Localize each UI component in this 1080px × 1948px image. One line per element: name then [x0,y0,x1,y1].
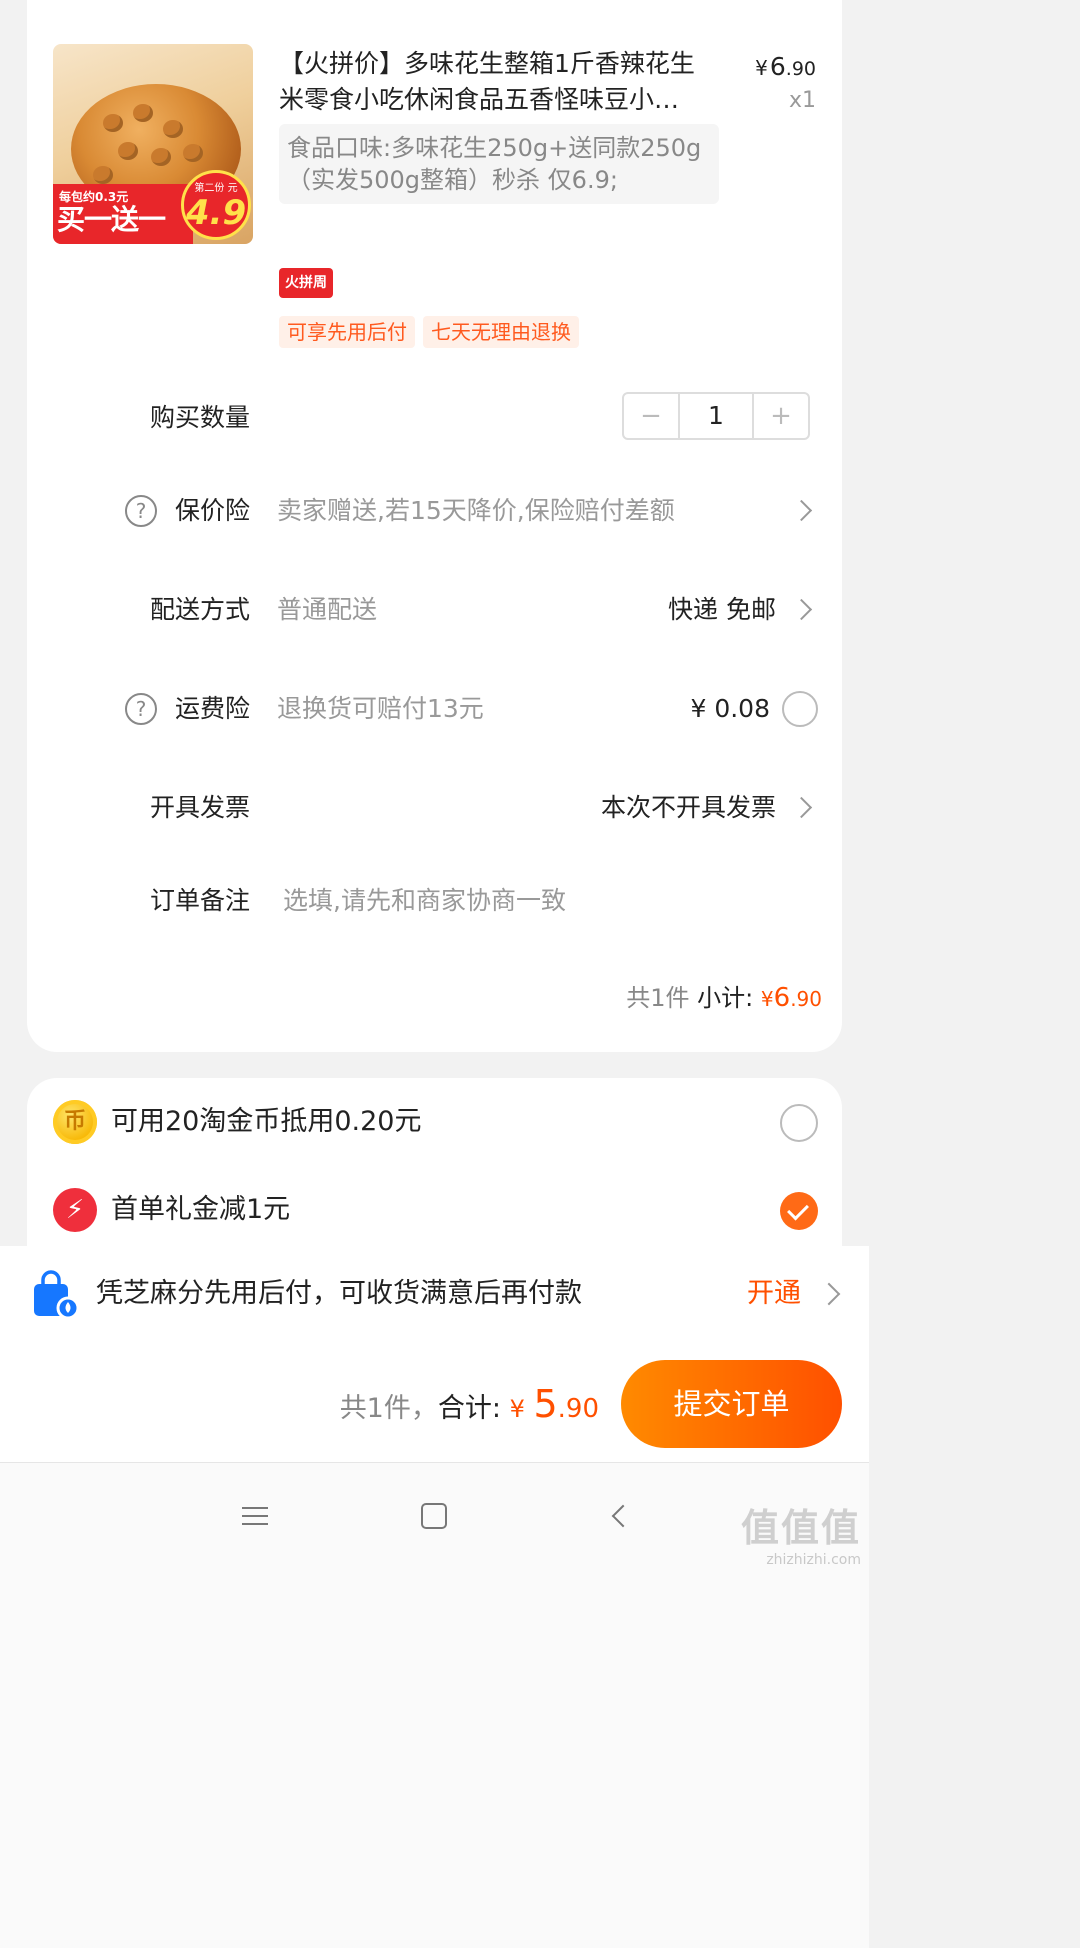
chevron-right-icon [817,1282,841,1306]
price-protection-desc: 卖家赠送,若15天降价,保险赔付差额 [277,496,675,525]
shipping-insurance-radio[interactable] [782,691,818,727]
bolt-icon: ⚡ [53,1188,97,1232]
submit-order-button[interactable]: 提交订单 [621,1360,842,1448]
coin-discount-label: 可用20淘金币抵用0.20元 [111,1106,422,1137]
product-title[interactable]: 【火拼价】多味花生整箱1斤香辣花生米零食小吃休闲食品五香怪味豆小… [279,46,719,118]
delivery-desc: 普通配送 [277,595,378,624]
price-integer: 6 [769,52,786,81]
home-icon[interactable] [421,1503,447,1529]
coin-icon: 币 [53,1100,97,1144]
coin-discount-row[interactable]: 币 可用20淘金币抵用0.20元 [27,1094,842,1150]
peanut-graphic [163,120,183,138]
first-order-discount-label: 首单礼金减1元 [111,1194,291,1225]
order-note-row: 订单备注 选填,请先和商家协商一致 [27,871,842,931]
shipping-insurance-row: ? 运费险 退换货可赔付13元 ¥ 0.08 [27,679,842,739]
peanut-graphic [183,144,203,162]
first-order-discount-check[interactable] [780,1192,818,1230]
pay-later-promo[interactable]: 凭芝麻分先用后付，可收货满意后再付款 开通 [0,1246,869,1342]
delivery-label: 配送方式 [149,595,250,624]
shipping-insurance-price: ¥ 0.08 [690,694,770,723]
delivery-row[interactable]: 配送方式 普通配送 快递 免邮 [27,580,842,640]
order-note-input[interactable]: 选填,请先和商家协商一致 [283,871,566,931]
decrement-button[interactable]: − [624,394,678,438]
peanut-graphic [133,104,153,122]
price-decimal: .90 [785,58,816,80]
badge-label: 第二份 元 [194,183,238,194]
total-decimal: .90 [557,1394,599,1424]
price-protection-row[interactable]: ? 保价险 卖家赠送,若15天降价,保险赔付差额 [27,481,842,541]
subtotal-label: 小计: [697,984,754,1012]
invoice-value: 本次不开具发票 [600,793,776,822]
total-integer: 5 [533,1382,558,1426]
subtotal-count: 共1件 [626,984,690,1012]
first-order-discount-row[interactable]: ⚡ 首单礼金减1元 [27,1182,842,1238]
item-quantity: x1 [788,88,816,113]
order-total: 共1件，合计: ¥ 5.90 [340,1382,599,1426]
product-image[interactable]: 每包约0.3元 买一送一 第二份 元 4.9 [53,44,253,244]
promo-text: 凭芝麻分先用后付，可收货满意后再付款 [96,1278,582,1309]
fire-sale-tag: 火拼周 [279,268,333,298]
total-count: 共1件， [339,1393,438,1424]
coin-discount-radio[interactable] [780,1104,818,1142]
help-icon[interactable]: ? [125,495,157,527]
currency-symbol: ¥ [760,987,774,1011]
delivery-value: 快递 免邮 [668,595,776,624]
chevron-right-icon [790,598,814,622]
price-badge: 第二份 元 4.9 [181,170,251,240]
shipping-insurance-desc: 退换货可赔付13元 [277,694,484,723]
promo-banner: 每包约0.3元 买一送一 [53,184,193,244]
invoice-label: 开具发票 [149,793,250,822]
order-note-label: 订单备注 [149,886,250,915]
subtotal-decimal: .90 [790,987,822,1011]
subtotal-integer: 6 [773,983,791,1013]
service-tags: 可享先用后付 七天无理由退换 [279,316,579,348]
subtotal: 共1件 小计: ¥6.90 [626,978,822,1013]
peanut-graphic [118,142,138,160]
back-icon[interactable] [606,1503,632,1529]
chevron-right-icon [790,499,814,523]
total-amount: ¥ 5.90 [509,1382,599,1426]
chevron-right-icon [790,796,814,820]
watermark-logo: 值值值 [740,1506,861,1550]
menu-icon[interactable] [242,1503,268,1529]
increment-button[interactable]: + [754,394,808,438]
product-spec[interactable]: 食品口味:多味花生250g+送同款250g（实发500g整箱）秒杀 仅6.9; [279,124,719,204]
peanut-graphic [103,114,123,132]
quantity-row: 购买数量 − 1 + [27,388,842,448]
currency-symbol: ¥ [509,1395,525,1423]
invoice-row[interactable]: 开具发票 本次不开具发票 [27,778,842,838]
watermark-url: zhizhizhi.com [766,1552,861,1568]
checkout-bar: 共1件，合计: ¥ 5.90 提交订单 [0,1342,869,1462]
help-icon[interactable]: ? [125,693,157,725]
banner-main-text: 买一送一 [57,203,166,236]
peanut-graphic [151,148,171,166]
quantity-stepper: − 1 + [622,392,810,440]
total-label: 合计: [437,1393,501,1424]
quantity-label: 购买数量 [149,403,250,432]
watermark: 值值值 zhizhizhi.com [741,1497,861,1568]
tag-pay-later: 可享先用后付 [279,316,415,348]
system-nav-bar: 值值值 zhizhizhi.com [0,1462,869,1948]
shipping-insurance-label: 运费险 [174,694,250,723]
price-protection-label: 保价险 [174,496,250,525]
subtotal-amount: ¥6.90 [760,983,822,1013]
tag-free-return: 七天无理由退换 [423,316,579,348]
currency-symbol: ¥ [755,56,768,80]
promo-activate-link[interactable]: 开通 [747,1246,801,1342]
unit-price: ¥6.90 [755,52,816,81]
peanut-graphic [93,166,113,184]
quantity-input[interactable]: 1 [678,394,754,438]
order-card: 每包约0.3元 买一送一 第二份 元 4.9 【火拼价】多味花生整箱1斤香辣花生… [27,0,842,1052]
badge-value: 4.9 [185,193,247,233]
shopping-bag-icon [34,1270,80,1320]
